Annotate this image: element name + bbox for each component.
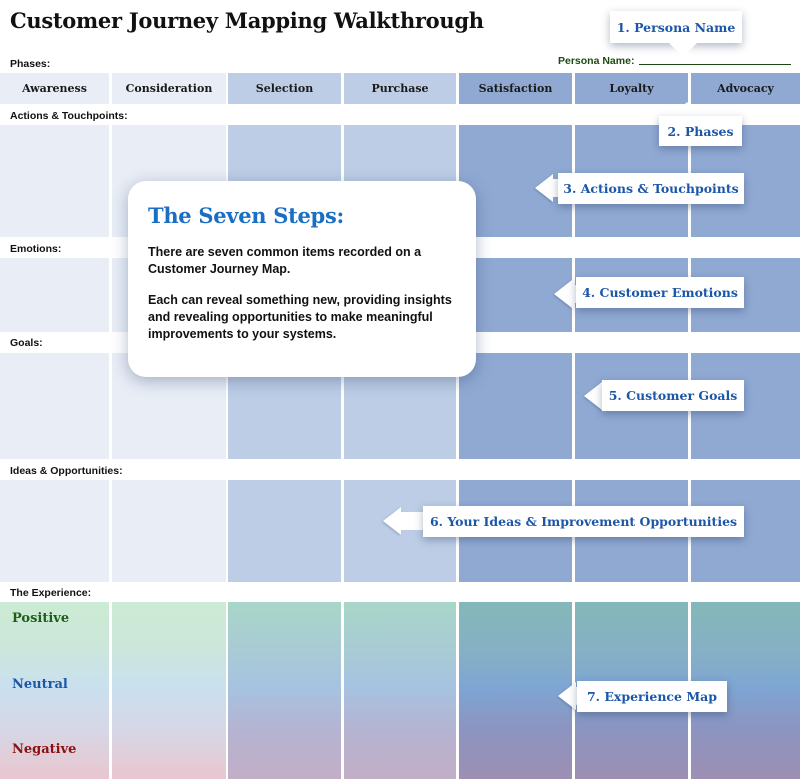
phase-cell-consideration: Consideration [112, 73, 226, 104]
callout-ideas-opportunities: 6. Your Ideas & Improvement Opportunitie… [423, 506, 744, 537]
arrow-left-icon [584, 382, 602, 410]
ideas-cell [0, 480, 109, 582]
page-title: Customer Journey Mapping Walkthrough [10, 8, 484, 33]
phase-cell-purchase: Purchase [344, 73, 456, 104]
negative-label: Negative [12, 742, 77, 757]
card-paragraph-1: There are seven common items recorded on… [148, 245, 422, 276]
callout-actions-touchpoints: 3. Actions & Touchpoints [558, 173, 744, 204]
neutral-label: Neutral [12, 677, 68, 692]
ideas-cell [228, 480, 341, 582]
phases-label: Phases: [10, 58, 51, 70]
actions-cell [0, 125, 109, 237]
callout-experience-map: 7. Experience Map [577, 681, 727, 712]
arrow-up-icon [673, 102, 701, 116]
goals-cell [459, 353, 572, 459]
phase-cell-selection: Selection [228, 73, 341, 104]
persona-name-field[interactable] [639, 64, 791, 65]
callout-persona-name: 1. Persona Name [610, 11, 742, 43]
goals-label: Goals: [10, 337, 43, 349]
callout-customer-goals: 5. Customer Goals [602, 380, 744, 411]
arrow-left-icon [554, 280, 572, 308]
arrow-left-icon [383, 507, 401, 535]
callout-phases: 2. Phases [659, 116, 742, 146]
experience-cell [112, 602, 226, 779]
card-paragraph-2: Each can reveal something new, providing… [148, 293, 452, 341]
card-heading: The Seven Steps: [148, 203, 344, 228]
callout-customer-emotions: 4. Customer Emotions [576, 277, 744, 308]
persona-name-label: Persona Name: [558, 55, 635, 67]
arrow-down-icon [669, 43, 697, 57]
ideas-label: Ideas & Opportunities: [10, 465, 123, 477]
experience-cell [344, 602, 456, 779]
emotions-cell [0, 258, 109, 332]
emotions-label: Emotions: [10, 243, 62, 255]
arrow-left-icon [535, 174, 553, 202]
ideas-cell [112, 480, 226, 582]
phase-cell-satisfaction: Satisfaction [459, 73, 572, 104]
phase-cell-loyalty: Loyalty [575, 73, 688, 104]
phase-cell-advocacy: Advocacy [691, 73, 800, 104]
goals-cell [0, 353, 109, 459]
experience-cell [459, 602, 572, 779]
phase-cell-awareness: Awareness [0, 73, 109, 104]
experience-cell [228, 602, 341, 779]
actions-label: Actions & Touchpoints: [10, 110, 128, 122]
experience-label: The Experience: [10, 587, 92, 599]
seven-steps-card: The Seven Steps: There are seven common … [128, 181, 476, 377]
positive-label: Positive [12, 611, 70, 626]
